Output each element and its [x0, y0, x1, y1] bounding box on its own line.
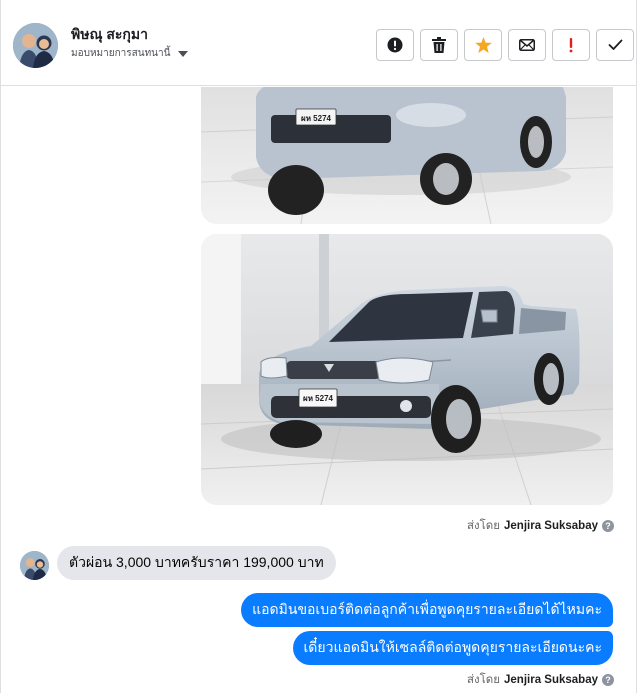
star-button[interactable] [464, 29, 502, 61]
avatar[interactable] [13, 23, 58, 68]
car-photo-attachment[interactable]: ผห 5274 [201, 87, 613, 224]
question-icon[interactable]: ? [602, 520, 614, 532]
sent-by-prefix: ส่งโดย [466, 520, 501, 532]
exclamation-icon [569, 38, 573, 53]
sender-name: Jenjira Suksabay [504, 674, 598, 686]
car-photo-attachment[interactable]: ผห 5274 [201, 234, 613, 505]
check-icon [608, 39, 622, 50]
contact-name: พิษณุ สะกุมา [71, 26, 148, 42]
assign-conversation-dropdown[interactable]: มอบหมายการสนทนานี้ [71, 46, 189, 61]
assign-label: มอบหมายการสนทนานี้ [71, 48, 171, 59]
mark-unread-button[interactable] [508, 29, 546, 61]
plate-text: ผห 5274 [303, 394, 334, 403]
chevron-down-icon [178, 50, 189, 57]
plate-text: ผห 5274 [301, 114, 332, 123]
incoming-message[interactable]: ตัวผ่อน 3,000 บาทครับราคา 199,000 บาท [57, 546, 336, 580]
envelope-icon [519, 39, 535, 51]
header-actions [376, 29, 634, 61]
delete-button[interactable] [420, 29, 458, 61]
conversation-panel: พิษณุ สะกุมา มอบหมายการสนทนานี้ ผห 5274 … [0, 0, 637, 693]
report-spam-button[interactable] [376, 29, 414, 61]
avatar[interactable] [20, 551, 49, 580]
sent-by-label: ส่งโดย Jenjira Suksabay ? [467, 671, 614, 689]
exclamation-circle-icon [387, 37, 403, 53]
conversation-header: พิษณุ สะกุมา มอบหมายการสนทนานี้ [1, 0, 636, 86]
follow-up-button[interactable] [552, 29, 590, 61]
outgoing-message[interactable]: แอดมินขอเบอร์ติดต่อลูกค้าเพื่อพูดคุยรายล… [241, 593, 613, 627]
sender-name: Jenjira Suksabay [504, 520, 598, 532]
question-icon[interactable]: ? [602, 674, 614, 686]
trash-icon [432, 37, 446, 53]
sent-by-prefix: ส่งโดย [466, 674, 501, 686]
mark-done-button[interactable] [596, 29, 634, 61]
sent-by-label: ส่งโดย Jenjira Suksabay ? [467, 517, 614, 535]
outgoing-message[interactable]: เดี๋ยวแอดมินให้เซลล์ติดต่อพูดคุยรายละเอี… [292, 631, 613, 665]
star-icon [474, 37, 492, 53]
message-thread[interactable]: ผห 5274 ผห 5274 ส่งโดย Jenjira Suksabay … [1, 87, 636, 693]
